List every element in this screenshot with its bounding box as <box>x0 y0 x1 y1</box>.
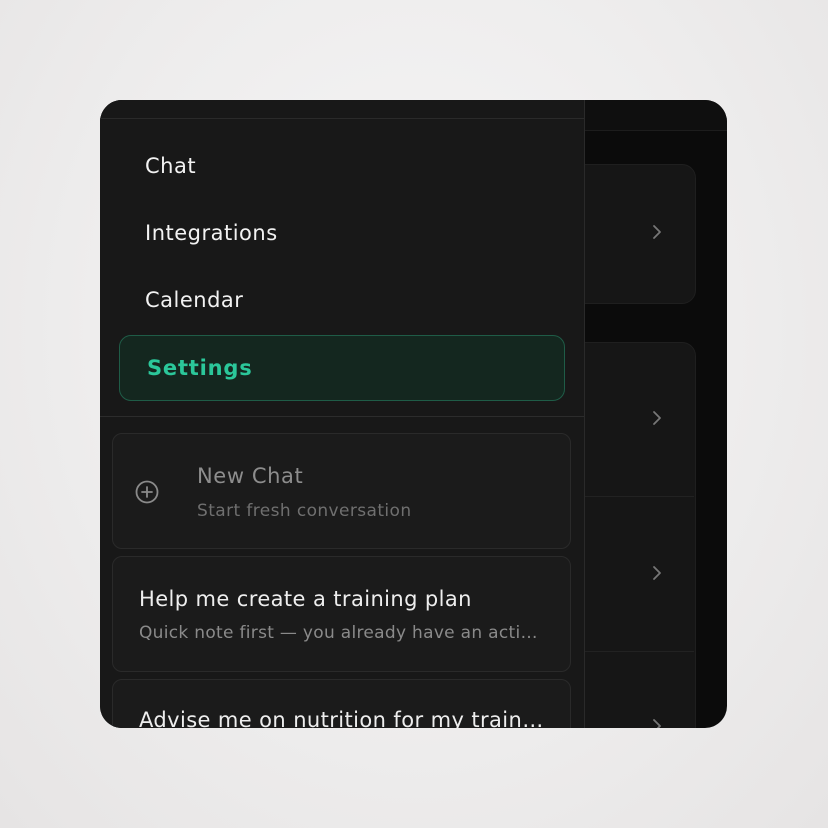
conversation-item[interactable]: Advise me on nutrition for my training <box>112 679 571 728</box>
nav-item-chat[interactable]: Chat <box>119 134 565 198</box>
conversation-preview: Quick note first — you already have an a… <box>139 623 544 643</box>
drawer-divider <box>100 416 584 417</box>
nav-item-label: Settings <box>147 356 253 380</box>
chevron-right-icon <box>649 565 665 581</box>
background-card[interactable] <box>570 342 696 728</box>
nav-item-label: Calendar <box>145 288 244 312</box>
conversation-title: Advise me on nutrition for my training <box>139 708 544 728</box>
chevron-right-icon <box>649 224 665 240</box>
drawer-top-divider <box>100 118 584 119</box>
chevron-right-icon <box>649 410 665 426</box>
navigation-drawer: Chat Integrations Calendar Settings New … <box>100 100 585 728</box>
new-chat-subtitle: Start fresh conversation <box>197 501 412 521</box>
new-chat-title: New Chat <box>197 464 304 488</box>
plus-circle-icon <box>135 480 159 504</box>
conversation-title: Help me create a training plan <box>139 587 472 611</box>
chevron-right-icon <box>649 718 665 728</box>
nav-item-integrations[interactable]: Integrations <box>119 201 565 265</box>
nav-item-settings[interactable]: Settings <box>119 335 565 401</box>
background-card[interactable] <box>570 164 696 304</box>
background-divider <box>570 651 694 652</box>
nav-item-label: Integrations <box>145 221 278 245</box>
conversation-item[interactable]: Help me create a training plan Quick not… <box>112 556 571 672</box>
nav-item-calendar[interactable]: Calendar <box>119 268 565 332</box>
app-window: Chat Integrations Calendar Settings New … <box>100 100 727 728</box>
nav-item-label: Chat <box>145 154 197 178</box>
new-chat-button[interactable]: New Chat Start fresh conversation <box>112 433 571 549</box>
background-divider <box>570 496 694 497</box>
